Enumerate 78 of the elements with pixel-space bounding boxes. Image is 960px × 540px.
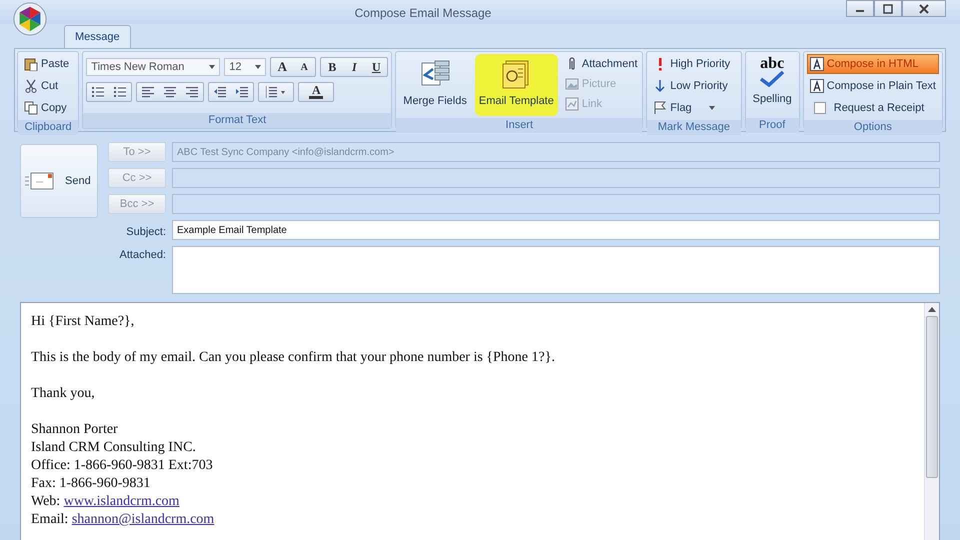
address-field[interactable] <box>172 194 940 214</box>
flag-button[interactable]: Flag <box>650 98 738 118</box>
app-logo-icon[interactable] <box>13 2 47 36</box>
body-text: Web: <box>31 494 60 509</box>
maximize-button[interactable] <box>874 0 902 17</box>
line-spacing-icon <box>266 86 286 98</box>
shrink-font-button[interactable]: A <box>293 58 316 76</box>
email-link[interactable]: shannon@islandcrm.com <box>72 512 214 527</box>
address-field[interactable] <box>172 168 940 188</box>
subject-field[interactable]: Example Email Template <box>172 220 940 240</box>
scrollbar[interactable] <box>924 303 939 540</box>
group-label: Mark Message <box>647 120 741 135</box>
merge-fields-button[interactable]: Merge Fields <box>399 54 471 116</box>
body-text: Fax: 1-866-960-9831 <box>31 475 152 493</box>
text-format-icon <box>810 57 824 71</box>
text-format-icon <box>810 79 824 93</box>
clipboard-button[interactable]: Paste <box>21 54 76 74</box>
request-receipt-checkbox[interactable]: Request a Receipt <box>806 98 939 118</box>
align-left-icon <box>142 86 154 98</box>
group-label: Clipboard <box>18 120 78 135</box>
grow-font-button[interactable]: A <box>271 58 294 76</box>
numbered-list-icon <box>114 86 126 98</box>
font-size-dropdown[interactable]: 12 <box>224 58 266 76</box>
dropdown-arrow-icon <box>255 65 262 69</box>
dropdown-arrow-icon <box>708 106 715 110</box>
copy-icon <box>24 101 38 115</box>
low-priority-button[interactable]: Low Priority <box>650 76 738 96</box>
subject-label: Subject: <box>125 224 166 238</box>
checkmark-icon <box>759 71 786 87</box>
maximize-icon <box>883 4 893 14</box>
scroll-thumb[interactable] <box>926 316 938 478</box>
body-text: Office: 1-866-960-9831 Ext:703 <box>31 457 214 475</box>
align-right-icon <box>186 86 198 98</box>
body-text: Hi {First Name?}, <box>31 313 136 331</box>
attachment-button[interactable]: Attachment <box>562 54 640 74</box>
close-icon <box>919 4 929 14</box>
group-label: Format Text <box>83 113 392 128</box>
scissors-icon <box>24 79 38 93</box>
body-text: This is the body of my email. Can you please confirm that your phone number is {Phone 1?}. <box>31 349 556 367</box>
body-text: Thank you, <box>31 385 96 403</box>
bullet-list-icon <box>92 86 104 98</box>
attachments-field[interactable] <box>172 246 940 294</box>
spelling-button[interactable]: abc Spelling <box>748 54 796 116</box>
minimize-button[interactable] <box>846 0 874 17</box>
email-template-button[interactable]: Email Template <box>474 54 558 116</box>
picture-icon <box>564 77 579 91</box>
clipboard-button[interactable]: Cut <box>21 76 76 96</box>
italic-button[interactable]: I <box>343 58 366 76</box>
body-text: Shannon Porter <box>31 421 119 439</box>
dropdown-arrow-icon <box>209 65 216 69</box>
indent-icon <box>236 86 248 98</box>
body-text: Island CRM Consulting INC. <box>31 439 197 457</box>
window-title: Compose Email Message <box>354 5 492 20</box>
email-link[interactable]: www.islandcrm.com <box>64 494 180 509</box>
attached-label: Attached: <box>118 248 166 261</box>
body-text: Email: <box>31 512 68 527</box>
ribbon-tab[interactable]: Message <box>64 25 131 48</box>
down-arrow-icon <box>653 79 668 93</box>
font-color-button[interactable]: A <box>299 83 334 101</box>
envelope-icon <box>25 171 55 191</box>
font-dropdown[interactable]: Times New Roman <box>86 58 220 76</box>
underline-button[interactable]: U <box>365 58 388 76</box>
clipboard-button[interactable]: Copy <box>21 98 76 118</box>
high-priority-button[interactable]: High Priority <box>650 54 738 74</box>
group-label: Options <box>804 120 942 135</box>
send-button[interactable]: Send <box>20 144 98 218</box>
align-center-icon <box>164 86 176 98</box>
bold-button[interactable]: B <box>321 58 344 76</box>
close-button[interactable] <box>902 0 946 17</box>
minimize-icon <box>856 10 864 12</box>
link-icon <box>564 97 579 111</box>
compose-plain-text-button[interactable]: Compose in Plain Text <box>806 76 939 96</box>
indent-icon <box>214 86 226 98</box>
group-label: Proof <box>746 118 799 133</box>
clipboard-icon <box>24 57 38 71</box>
scroll-up-icon <box>928 307 936 312</box>
flag-icon <box>653 101 668 115</box>
group-label: Insert <box>396 118 642 133</box>
